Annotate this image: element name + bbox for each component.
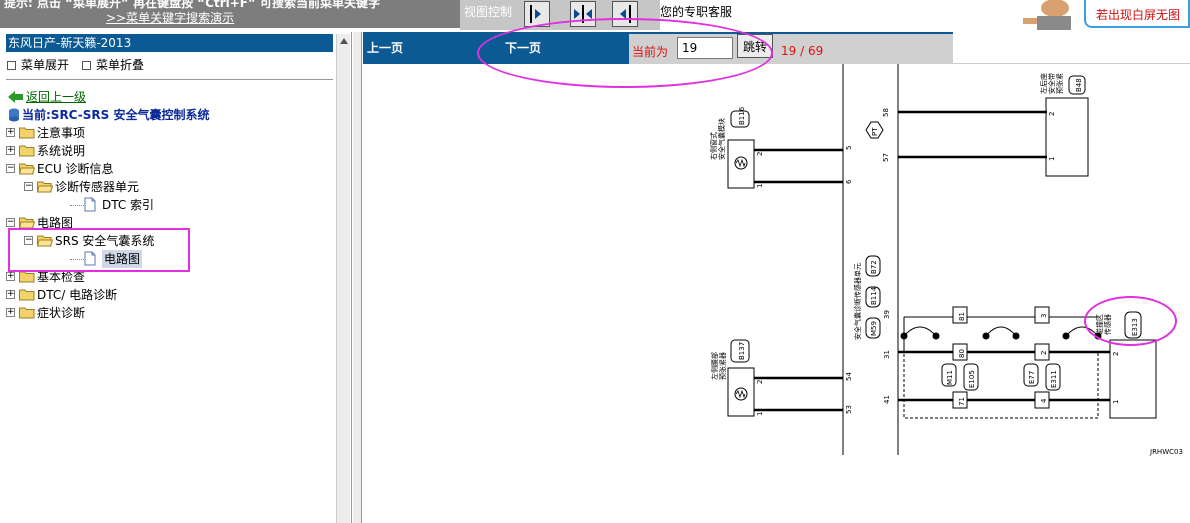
- folder-icon: [19, 289, 35, 301]
- highlight-crash-sensor: [1084, 296, 1177, 346]
- folder-icon: [19, 307, 35, 319]
- search-demo-link[interactable]: >>菜单关键字搜索演示: [106, 9, 234, 26]
- tree-item-label: 诊断传感器单元: [55, 180, 140, 194]
- document-icon: [84, 197, 96, 212]
- sidebar-scrollbar[interactable]: [336, 34, 350, 523]
- mascot-image: [1023, 0, 1071, 30]
- tree-item-label: 系统说明: [37, 144, 86, 158]
- collapse-all-label: 菜单折叠: [96, 58, 145, 72]
- expand-all-button[interactable]: 菜单展开: [7, 56, 69, 73]
- collapse-icon[interactable]: −: [6, 218, 15, 227]
- tip-banner: 提示: 点击 “菜单展开” 再在键盘按 “Ctrl+F” 可搜索当前菜单关键字 …: [0, 0, 460, 28]
- sidebar: 东风日产-新天籁-2013 菜单展开 菜单折叠 返回上一级 当前:SRC-SRS…: [0, 32, 352, 523]
- expand-box-icon: [7, 61, 16, 70]
- view-control-label: 视图控制: [464, 5, 513, 19]
- tree-item-label: 症状诊断: [37, 306, 86, 320]
- page-count: 19 / 69: [781, 44, 824, 58]
- back-arrow-icon: [8, 91, 23, 103]
- prev-page-link[interactable]: 上一页: [367, 39, 403, 56]
- sidebar-divider: [6, 79, 333, 80]
- notice-text: 若出现白屏无图: [1096, 8, 1181, 22]
- highlight-page-control: [477, 18, 773, 88]
- expand-icon[interactable]: +: [6, 146, 15, 155]
- tree-connector: [70, 205, 84, 206]
- open-folder-icon: [37, 181, 53, 193]
- tree-item-label: DTC/ 电路诊断: [37, 288, 118, 302]
- expand-all-label: 菜单展开: [21, 58, 70, 72]
- sidebar-title: 东风日产-新天籁-2013: [6, 34, 333, 52]
- folder-icon: [19, 145, 35, 157]
- diagram-viewer: 上一页 下一页 当前为 跳转 19 / 69: [353, 32, 1190, 523]
- open-folder-icon: [19, 163, 35, 175]
- expand-icon[interactable]: +: [6, 308, 15, 317]
- viewer-scrollbar[interactable]: [353, 32, 362, 523]
- collapse-icon[interactable]: −: [24, 182, 33, 191]
- collapse-all-button[interactable]: 菜单折叠: [82, 56, 144, 73]
- tree-item-label: ECU 诊断信息: [37, 162, 114, 176]
- current-location-label: 当前:SRC-SRS 安全气囊控制系统: [22, 108, 210, 122]
- folder-icon: [19, 127, 35, 139]
- expand-icon[interactable]: +: [6, 128, 15, 137]
- tree-item-label: DTC 索引: [102, 198, 155, 212]
- collapse-icon[interactable]: −: [6, 164, 15, 173]
- expand-icon[interactable]: +: [6, 272, 15, 281]
- support-text: 您的专职客服: [660, 5, 733, 19]
- expand-icon[interactable]: +: [6, 290, 15, 299]
- navbar-filler: [953, 32, 1190, 64]
- highlight-selected-node: [8, 228, 190, 272]
- notice-box: 若出现白屏无图: [1084, 0, 1190, 28]
- tree-item-label: 注意事项: [37, 126, 86, 140]
- collapse-box-icon: [82, 61, 91, 70]
- scroll-up-icon[interactable]: [339, 36, 349, 46]
- database-icon: [9, 108, 19, 122]
- back-link-label: 返回上一级: [26, 90, 87, 104]
